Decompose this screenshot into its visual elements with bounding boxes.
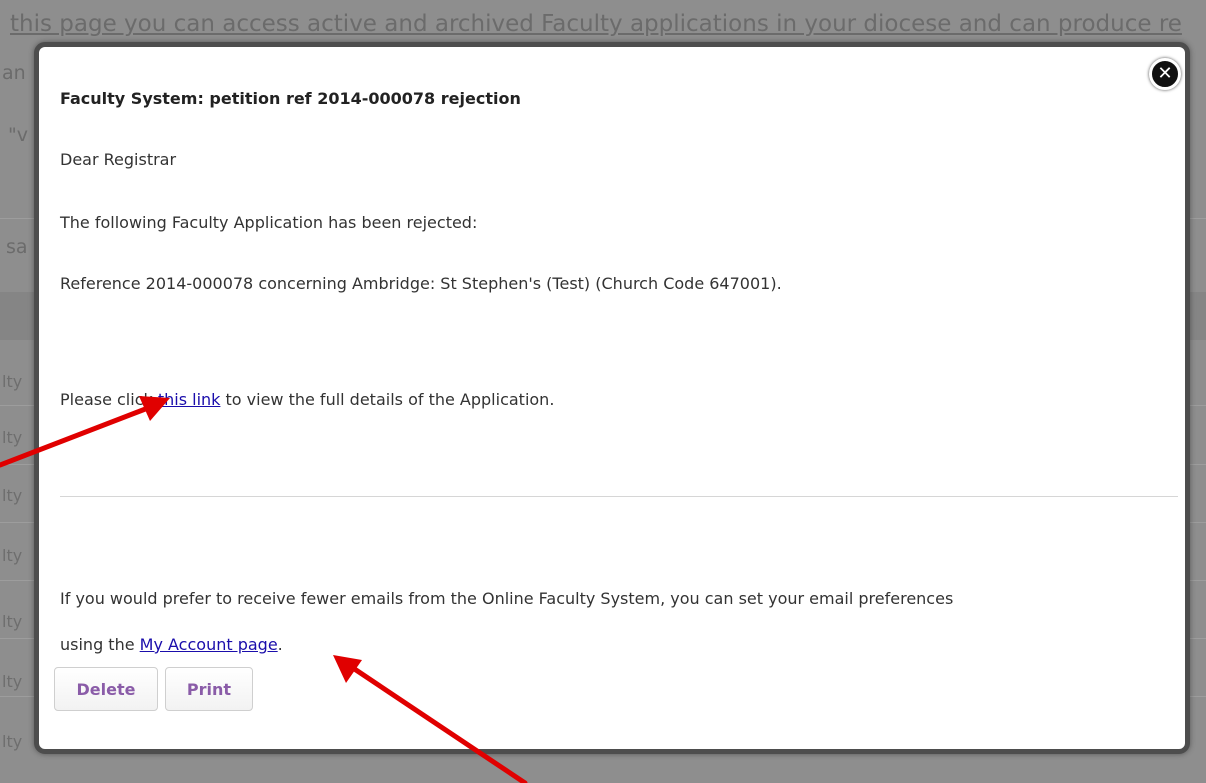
background-row-label: lty	[2, 732, 23, 751]
email-link-line: Please click this link to view the full …	[60, 390, 554, 409]
email-preview-dialog: ✕ Faculty System: petition ref 2014-0000…	[34, 42, 1190, 754]
background-row-label: lty	[2, 672, 23, 691]
background-row-label: lty	[2, 486, 23, 505]
email-preferences-link-line: using the My Account page.	[60, 635, 283, 654]
email-preferences-line: If you would prefer to receive fewer ema…	[60, 589, 954, 608]
email-subject: Faculty System: petition ref 2014-000078…	[60, 89, 521, 108]
background-fragment: "v	[8, 124, 28, 146]
print-button[interactable]: Print	[165, 667, 253, 711]
link-line-suffix: to view the full details of the Applicat…	[220, 390, 555, 409]
background-row-label: lty	[2, 546, 23, 565]
email-reference-line: Reference 2014-000078 concerning Ambridg…	[60, 274, 782, 293]
email-greeting: Dear Registrar	[60, 150, 177, 169]
content-divider	[60, 496, 1178, 497]
link-line-prefix: Please click	[60, 390, 158, 409]
my-account-link[interactable]: My Account page	[140, 635, 278, 654]
background-row-label: lty	[2, 372, 23, 391]
preferences-suffix: .	[277, 635, 283, 654]
application-details-link[interactable]: this link	[158, 390, 221, 409]
background-row-label: lty	[2, 612, 23, 631]
background-row-label: lty	[2, 428, 23, 447]
email-body-line: The following Faculty Application has be…	[60, 213, 478, 232]
background-fragment: sa	[6, 236, 28, 258]
delete-button[interactable]: Delete	[54, 667, 158, 711]
close-icon[interactable]: ✕	[1149, 58, 1181, 90]
preferences-prefix: using the	[60, 635, 140, 654]
background-fragment: an	[2, 62, 26, 84]
background-intro-text: this page you can access active and arch…	[10, 11, 1182, 37]
